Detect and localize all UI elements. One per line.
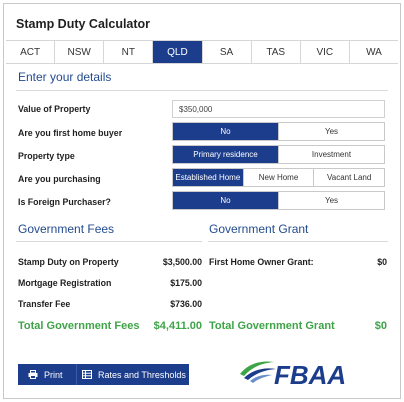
mortgage-label: Mortgage Registration xyxy=(18,278,112,288)
rates-button[interactable]: Rates and Thresholds xyxy=(76,364,189,385)
transfer-label: Transfer Fee xyxy=(18,299,71,309)
purchasing-toggle: Established Home New Home Vacant Land xyxy=(172,168,385,187)
new-home-option[interactable]: New Home xyxy=(243,169,315,186)
foreign-no[interactable]: No xyxy=(173,192,279,209)
calculator-card: Stamp Duty Calculator ACT NSW NT QLD SA … xyxy=(3,3,401,399)
first-home-toggle: No Yes xyxy=(172,122,385,141)
foreign-yes[interactable]: Yes xyxy=(279,192,384,209)
mortgage-value: $175.00 xyxy=(170,278,202,288)
fees-heading: Government Fees xyxy=(18,222,115,236)
foreign-label: Is Foreign Purchaser? xyxy=(18,197,111,207)
investment-option[interactable]: Investment xyxy=(279,146,384,163)
first-home-no[interactable]: No xyxy=(173,123,279,140)
stamp-duty-label: Stamp Duty on Property xyxy=(18,257,119,267)
tab-act[interactable]: ACT xyxy=(6,41,56,63)
first-home-grant-value: $0 xyxy=(377,257,387,267)
tab-nt[interactable]: NT xyxy=(104,41,154,63)
table-icon xyxy=(82,370,92,379)
rates-label: Rates and Thresholds xyxy=(98,369,186,380)
transfer-value: $736.00 xyxy=(170,299,202,309)
primary-residence-option[interactable]: Primary residence xyxy=(173,146,279,163)
page-title: Stamp Duty Calculator xyxy=(16,17,151,31)
print-button[interactable]: Print xyxy=(18,364,76,385)
first-home-yes[interactable]: Yes xyxy=(279,123,384,140)
fbaa-logo: FBAA xyxy=(238,354,362,390)
property-type-label: Property type xyxy=(18,151,75,161)
first-home-grant-label: First Home Owner Grant: xyxy=(209,257,314,267)
tab-wa[interactable]: WA xyxy=(350,41,398,63)
property-type-toggle: Primary residence Investment xyxy=(172,145,385,164)
value-label: Value of Property xyxy=(18,104,91,114)
tab-sa[interactable]: SA xyxy=(203,41,252,63)
foreign-toggle: No Yes xyxy=(172,191,385,210)
first-home-label: Are you first home buyer xyxy=(18,128,123,138)
total-grant-value: $0 xyxy=(374,320,387,332)
tab-qld[interactable]: QLD xyxy=(153,41,203,63)
stamp-duty-value: $3,500.00 xyxy=(162,257,202,267)
total-fees-label: Total Government Fees xyxy=(18,320,140,332)
divider xyxy=(16,241,202,242)
state-tabs: ACT NSW NT QLD SA TAS VIC WA xyxy=(6,40,398,64)
total-fees-value: $4,411.00 xyxy=(153,320,202,332)
property-value-input[interactable]: $350,000 xyxy=(172,100,385,118)
printer-icon xyxy=(28,370,38,379)
purchasing-label: Are you purchasing xyxy=(18,174,101,184)
established-home-option[interactable]: Established Home xyxy=(173,169,244,186)
grant-heading: Government Grant xyxy=(209,222,309,236)
tab-vic[interactable]: VIC xyxy=(301,41,350,63)
tab-nsw[interactable]: NSW xyxy=(55,41,105,63)
total-grant-label: Total Government Grant xyxy=(209,320,335,332)
divider xyxy=(16,90,388,91)
svg-text:FBAA: FBAA xyxy=(274,360,346,390)
divider xyxy=(208,241,388,242)
tab-tas[interactable]: TAS xyxy=(252,41,301,63)
print-label: Print xyxy=(44,369,63,380)
vacant-land-option[interactable]: Vacant Land xyxy=(314,169,385,186)
details-heading: Enter your details xyxy=(18,70,112,84)
